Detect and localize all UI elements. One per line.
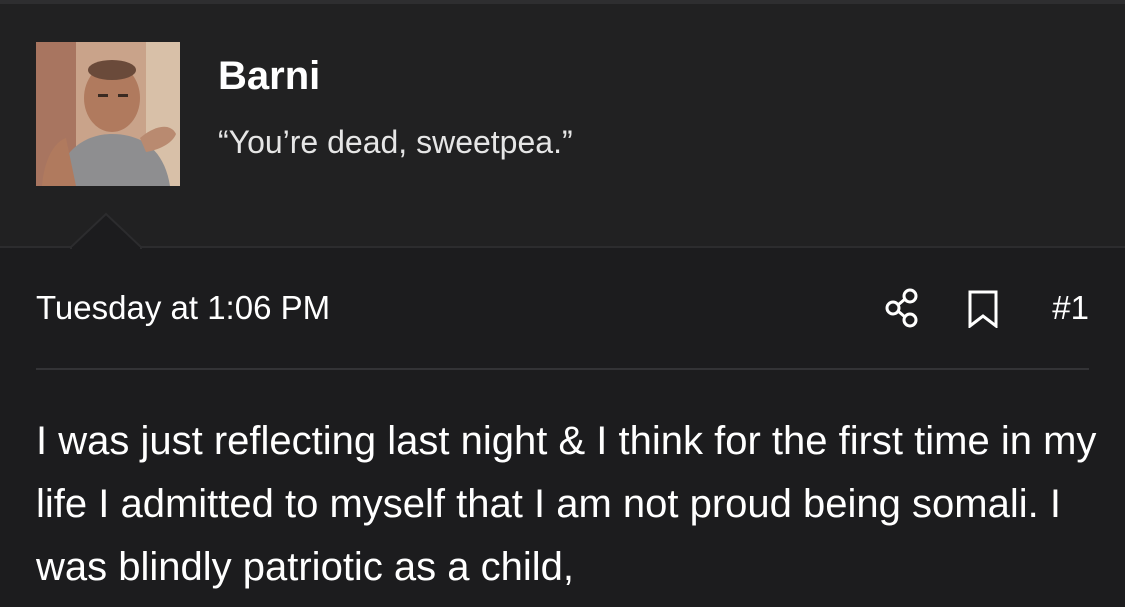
username[interactable]: Barni xyxy=(218,52,320,100)
post-number-link[interactable]: #1 xyxy=(1052,286,1089,330)
post-meta-row: Tuesday at 1:06 PM #1 xyxy=(36,282,1089,334)
share-icon[interactable] xyxy=(884,288,920,328)
post-divider xyxy=(36,368,1089,370)
post-author-header: Barni “You’re dead, sweetpea.” xyxy=(0,4,1125,248)
avatar-photo xyxy=(36,42,180,186)
post-body: I was just reflecting last night & I thi… xyxy=(36,410,1111,599)
avatar[interactable] xyxy=(36,42,180,186)
user-title: “You’re dead, sweetpea.” xyxy=(218,124,573,160)
post-timestamp[interactable]: Tuesday at 1:06 PM xyxy=(36,286,330,330)
bookmark-icon[interactable] xyxy=(966,290,1000,328)
speech-pointer xyxy=(70,212,142,250)
post-body-text: I was just reflecting last night & I thi… xyxy=(36,419,1097,589)
